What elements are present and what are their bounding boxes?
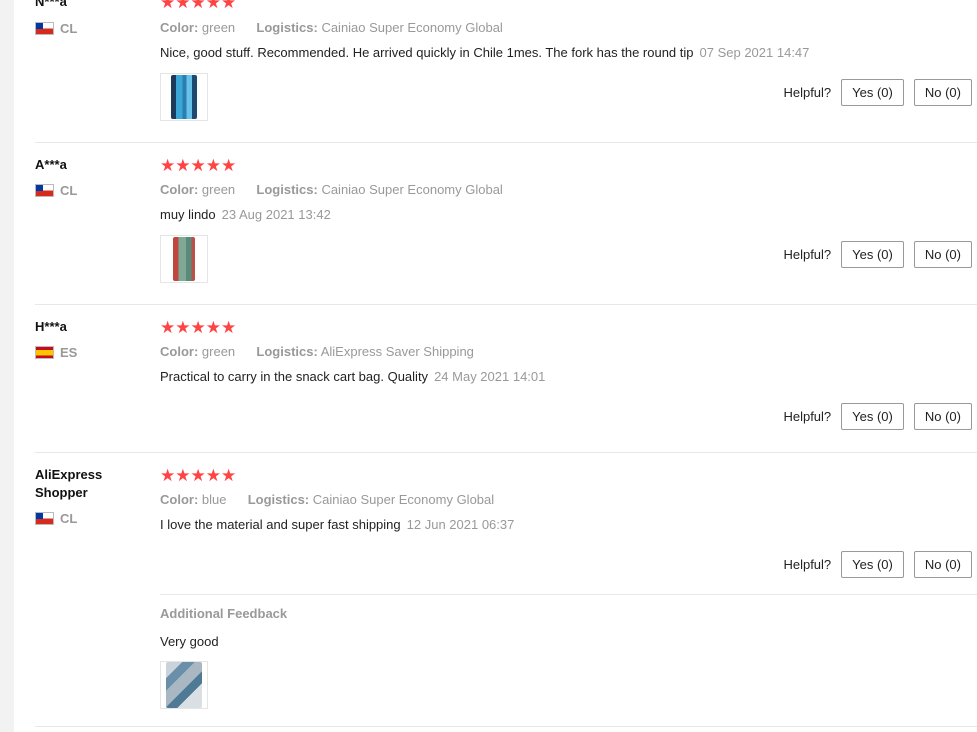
logistics-method: Cainiao Super Economy Global bbox=[312, 492, 495, 507]
review-divider bbox=[35, 726, 977, 727]
helpful-label: Helpful? bbox=[783, 557, 832, 572]
additional-feedback-text: Very good bbox=[160, 634, 219, 649]
helpful-label: Helpful? bbox=[783, 409, 832, 424]
review-photo bbox=[173, 237, 195, 281]
review-text: I love the material and super fast shipp… bbox=[160, 517, 515, 532]
reviewer-name: H***a bbox=[35, 319, 67, 334]
reviewer-country: CL bbox=[35, 511, 77, 526]
sku-color: blue bbox=[201, 492, 227, 507]
star-rating: ★★★★★ bbox=[160, 0, 237, 12]
helpful-vote: Helpful? Yes (0) No (0) bbox=[783, 241, 972, 268]
review-text: muy lindo 23 Aug 2021 13:42 bbox=[160, 207, 331, 222]
review-date: 23 Aug 2021 13:42 bbox=[221, 207, 331, 222]
reviewer-name: A***a bbox=[35, 157, 67, 172]
helpful-label: Helpful? bbox=[783, 247, 832, 262]
country-code: ES bbox=[60, 345, 78, 360]
helpful-label: Helpful? bbox=[783, 85, 832, 100]
review-date: 24 May 2021 14:01 bbox=[434, 369, 546, 384]
chile-flag-icon bbox=[35, 184, 54, 197]
helpful-vote: Helpful? Yes (0) No (0) bbox=[783, 551, 972, 578]
review-item: H***a ES ★★★★★ Color: green Logistics: A… bbox=[35, 305, 977, 452]
logistics-method: Cainiao Super Economy Global bbox=[321, 20, 503, 35]
star-rating: ★★★★★ bbox=[160, 318, 237, 337]
review-meta: Color: green Logistics: Cainiao Super Ec… bbox=[160, 182, 503, 197]
review-photo-thumbnail[interactable] bbox=[160, 661, 208, 709]
helpful-vote: Helpful? Yes (0) No (0) bbox=[783, 79, 972, 106]
helpful-no-button[interactable]: No (0) bbox=[913, 403, 972, 430]
helpful-no-button[interactable]: No (0) bbox=[913, 551, 972, 578]
helpful-yes-button[interactable]: Yes (0) bbox=[841, 79, 904, 106]
review-photo-thumbnail[interactable] bbox=[160, 235, 208, 283]
review-photo-thumbnail[interactable] bbox=[160, 73, 208, 121]
review-photo bbox=[166, 662, 202, 708]
review-date: 07 Sep 2021 14:47 bbox=[699, 45, 810, 60]
logistics-method: Cainiao Super Economy Global bbox=[321, 182, 503, 197]
star-rating: ★★★★★ bbox=[160, 156, 237, 175]
chile-flag-icon bbox=[35, 22, 54, 35]
helpful-no-button[interactable]: No (0) bbox=[913, 79, 972, 106]
helpful-yes-button[interactable]: Yes (0) bbox=[841, 551, 904, 578]
country-code: CL bbox=[60, 183, 78, 198]
review-item: N***a CL ★★★★★ Color: green Logistics: C… bbox=[35, 0, 977, 142]
star-rating: ★★★★★ bbox=[160, 466, 237, 485]
sku-color: green bbox=[201, 20, 236, 35]
review-text: Practical to carry in the snack cart bag… bbox=[160, 369, 546, 384]
review-item: AliExpress Shopper CL ★★★★★ Color: blue … bbox=[35, 453, 977, 726]
helpful-yes-button[interactable]: Yes (0) bbox=[841, 241, 904, 268]
reviewer-country: ES bbox=[35, 345, 77, 360]
sku-color: green bbox=[201, 182, 236, 197]
left-gutter bbox=[0, 0, 14, 732]
reviewer-name: N***a bbox=[35, 0, 67, 9]
logistics-method: AliExpress Saver Shipping bbox=[320, 344, 474, 359]
chile-flag-icon bbox=[35, 512, 54, 525]
reviewer-country: CL bbox=[35, 183, 77, 198]
review-text: Nice, good stuff. Recommended. He arrive… bbox=[160, 45, 810, 60]
additional-feedback-divider bbox=[160, 594, 977, 595]
reviewer-name: AliExpress Shopper bbox=[35, 467, 103, 500]
review-date: 12 Jun 2021 06:37 bbox=[406, 517, 515, 532]
spain-flag-icon bbox=[35, 346, 54, 359]
reviewer-country: CL bbox=[35, 21, 77, 36]
review-meta: Color: blue Logistics: Cainiao Super Eco… bbox=[160, 492, 495, 507]
review-meta: Color: green Logistics: Cainiao Super Ec… bbox=[160, 20, 503, 35]
review-item: A***a CL ★★★★★ Color: green Logistics: C… bbox=[35, 143, 977, 304]
helpful-yes-button[interactable]: Yes (0) bbox=[841, 403, 904, 430]
helpful-vote: Helpful? Yes (0) No (0) bbox=[783, 403, 972, 430]
additional-feedback-title: Additional Feedback bbox=[160, 606, 288, 621]
country-code: CL bbox=[60, 21, 78, 36]
helpful-no-button[interactable]: No (0) bbox=[913, 241, 972, 268]
review-photo bbox=[171, 75, 197, 119]
review-meta: Color: green Logistics: AliExpress Saver… bbox=[160, 344, 474, 359]
sku-color: green bbox=[201, 344, 236, 359]
country-code: CL bbox=[60, 511, 78, 526]
